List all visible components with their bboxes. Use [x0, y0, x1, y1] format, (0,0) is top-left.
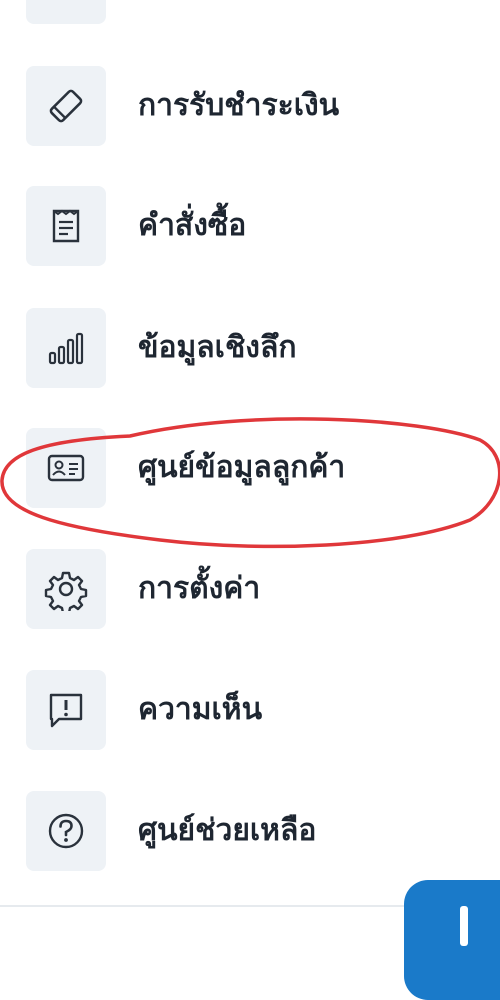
receipt-icon	[52, 209, 80, 243]
receipt-tile	[26, 186, 106, 266]
bar-chart-tile	[26, 308, 106, 388]
menu-item-orders[interactable]: คำสั่งซื้อ	[0, 186, 420, 266]
menu-item-feedback[interactable]: ความเห็น	[0, 670, 420, 750]
contact-card-icon	[47, 454, 85, 482]
card-tag-icon	[49, 89, 83, 123]
menu-label-payments: การรับชำระเงิน	[138, 88, 340, 123]
menu-item-settings[interactable]: การตั้งค่า	[0, 549, 420, 629]
help-tile	[26, 791, 106, 871]
menu-label-insights: ข้อมูลเชิงลึก	[138, 330, 297, 365]
help-icon	[48, 813, 84, 849]
menu-divider	[0, 905, 420, 907]
add-fab[interactable]	[404, 880, 500, 1000]
partial-tile	[26, 0, 106, 24]
plus-icon	[460, 906, 468, 946]
gear-icon	[44, 571, 88, 611]
feedback-tile	[26, 670, 106, 750]
menu-item-help-center[interactable]: ศูนย์ช่วยเหลือ	[0, 791, 420, 871]
gear-tile	[26, 549, 106, 629]
menu-item-customer-center[interactable]: ศูนย์ข้อมูลลูกค้า	[0, 428, 420, 508]
menu-label-help-center: ศูนย์ช่วยเหลือ	[138, 813, 317, 848]
feedback-icon	[49, 693, 83, 728]
menu-item-partial[interactable]	[0, 0, 420, 24]
partial-icon	[44, 0, 88, 6]
side-menu: การรับชำระเงิน คำสั่งซื้อ ข้อมูลเชิงลึก	[0, 0, 500, 936]
contact-card-tile	[26, 428, 106, 508]
menu-label-customer-center: ศูนย์ข้อมูลลูกค้า	[138, 450, 346, 485]
menu-item-payments[interactable]: การรับชำระเงิน	[0, 66, 420, 146]
card-tag-tile	[26, 66, 106, 146]
menu-label-orders: คำสั่งซื้อ	[138, 208, 247, 243]
bar-chart-icon	[48, 332, 84, 365]
menu-label-settings: การตั้งค่า	[138, 571, 261, 606]
menu-label-feedback: ความเห็น	[138, 692, 263, 727]
menu-item-insights[interactable]: ข้อมูลเชิงลึก	[0, 308, 420, 388]
